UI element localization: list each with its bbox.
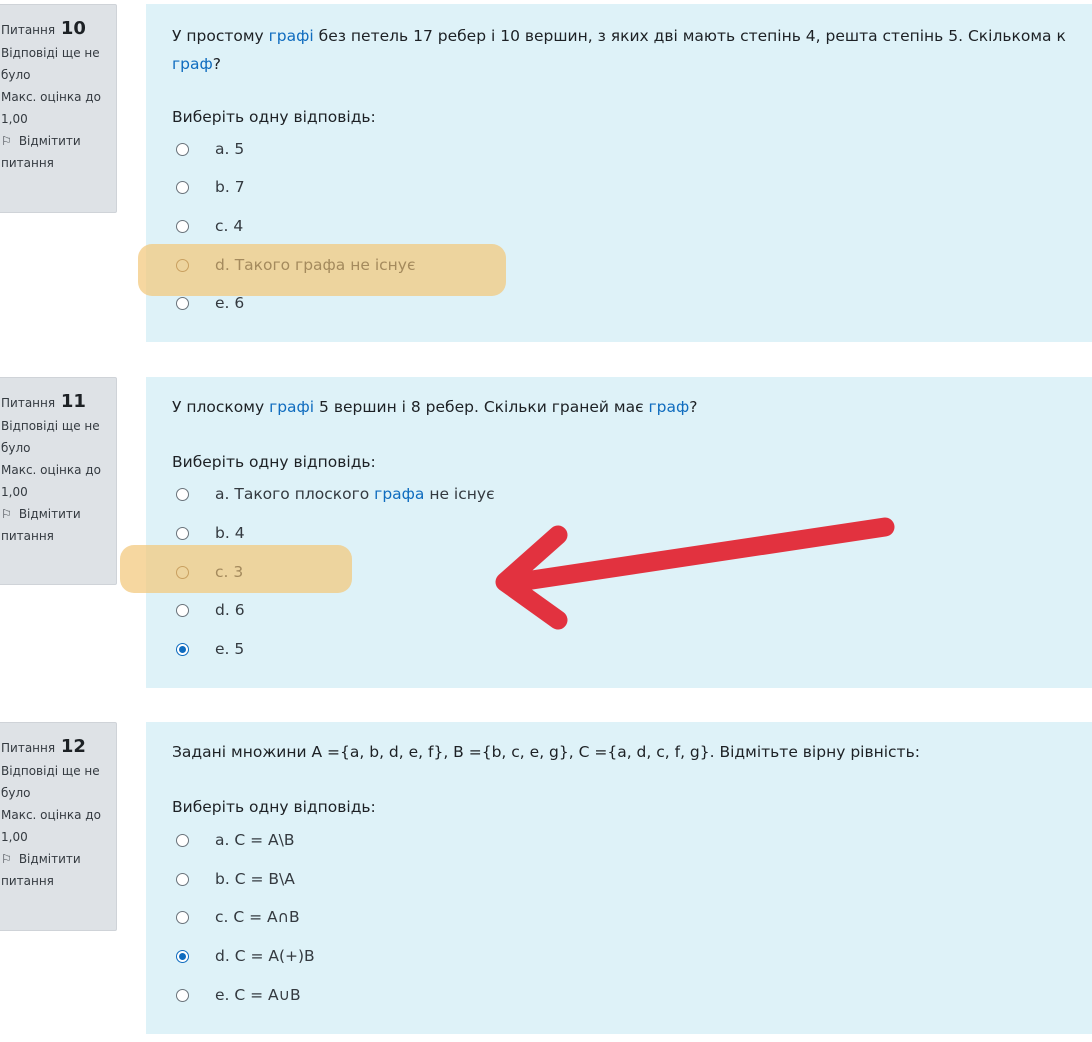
red-arrow-annotation <box>495 517 895 630</box>
